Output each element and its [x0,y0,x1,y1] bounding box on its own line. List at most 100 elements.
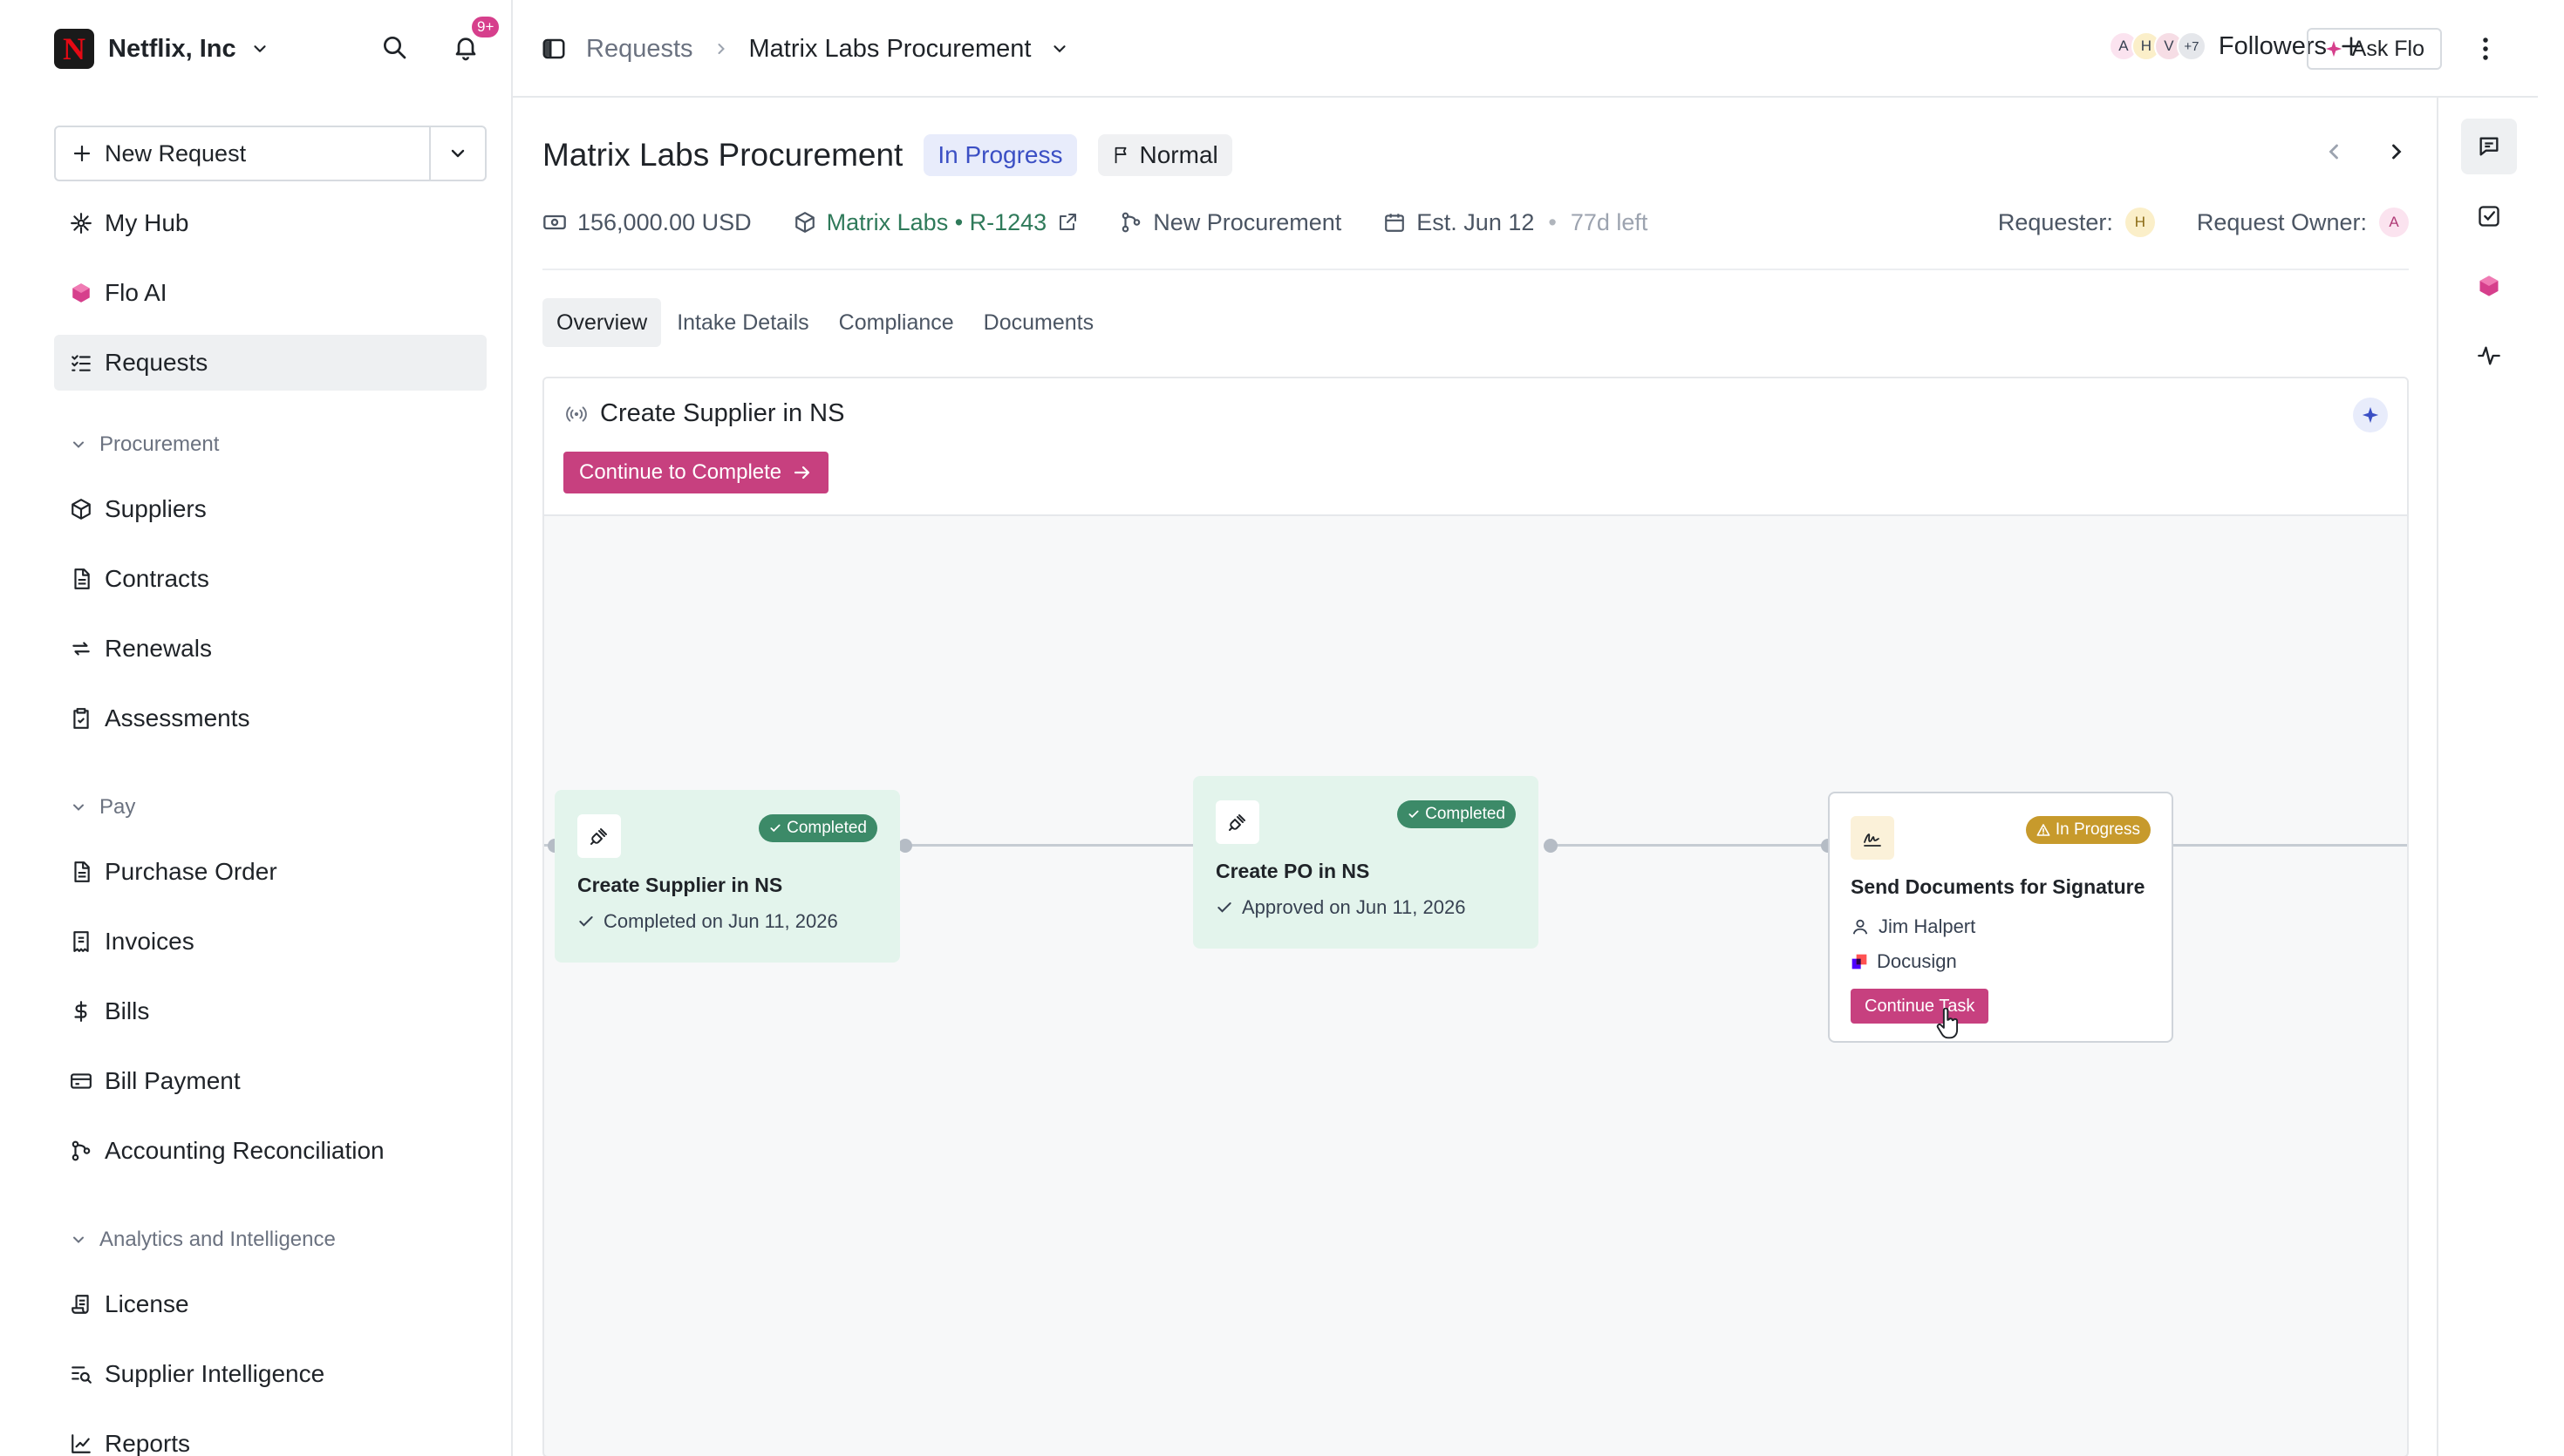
edge-handle [898,839,912,853]
tab-intake-details[interactable]: Intake Details [663,298,822,347]
scroll-icon [70,1293,92,1316]
sidebar-item-purchase-order[interactable]: Purchase Order [54,844,487,900]
requester[interactable]: Requester: H [1998,208,2155,237]
clipboard-check-icon [70,707,92,730]
arrow-right-icon [794,466,810,480]
sidebar-item-label: Accounting Reconciliation [105,1137,385,1164]
sidebar-item-invoices[interactable]: Invoices [54,914,487,970]
check-icon [1408,810,1419,819]
request-people: Requester: H Request Owner: A [1998,201,2409,244]
sidebar-item-label: Assessments [105,704,250,731]
new-request-dropdown[interactable] [431,127,485,180]
chevron-down-icon [254,45,266,52]
workflow-edge [900,844,1219,847]
window-frame-left [0,0,26,1456]
chevron-down-icon[interactable] [1050,39,1069,58]
sidebar-section-pay[interactable]: Pay [70,795,135,820]
breadcrumb-current[interactable]: Matrix Labs Procurement [749,35,1032,64]
workflow-canvas[interactable]: Completed Create Supplier in NS Complete… [544,516,2407,1456]
divider [542,269,2409,270]
status-badge: Completed [1397,800,1516,828]
current-step-header: Create Supplier in NS Continue to Comple… [544,378,2407,516]
workflow-edge [1545,844,1828,847]
flag-icon [1115,146,1126,164]
node-title: Send Documents for Signature [1851,875,2145,898]
estimate-date: Est. Jun 12 [1416,208,1535,235]
continue-to-complete-button[interactable]: Continue to Complete [563,452,829,493]
status-badge: In Progress [2025,816,2151,844]
section-title: Analytics and Intelligence [99,1228,336,1251]
org-switcher[interactable]: N Netflix, Inc [54,26,269,71]
comments-icon[interactable] [2461,119,2517,174]
next-chevron-icon[interactable] [2384,139,2409,164]
workflow-panel: Create Supplier in NS Continue to Comple… [542,377,2409,1456]
integration-name: Docusign [1877,950,1957,972]
continue-task-button[interactable]: Continue Task [1851,989,1989,1024]
sidebar-item-label: Renewals [105,635,212,662]
window-frame-right [2538,0,2564,1456]
sidebar-item-bills[interactable]: Bills [54,983,487,1039]
new-request-button[interactable]: New Request [56,127,431,180]
workflow-node-send-signature[interactable]: In Progress Send Documents for Signature… [1828,792,2173,1043]
sidebar-item-reports[interactable]: Reports [54,1416,487,1456]
sidebar-item-label: My Hub [105,209,189,236]
search-icon[interactable] [377,30,412,65]
sidebar-item-accounting-reconciliation[interactable]: Accounting Reconciliation [54,1123,487,1179]
sidebar-item-suppliers[interactable]: Suppliers [54,481,487,537]
sidebar-item-label: Supplier Intelligence [105,1360,325,1387]
sidebar-item-contracts[interactable]: Contracts [54,551,487,607]
credit-card-icon [70,1070,92,1092]
sidebar-item-renewals[interactable]: Renewals [54,621,487,677]
node-title: Create Supplier in NS [577,874,783,896]
sidebar-item-license[interactable]: License [54,1276,487,1332]
node-integration: Docusign [1851,950,1957,973]
check-icon [1217,902,1231,913]
sidebar-item-requests[interactable]: Requests [54,335,487,391]
signature-icon [1851,816,1894,860]
section-title: Pay [99,795,136,819]
page-title: Matrix Labs Procurement [542,137,904,173]
current-step-title: Create Supplier in NS [565,399,844,428]
node-detail: Approved on Jun 11, 2026 [1216,896,1465,919]
request-owner[interactable]: Request Owner: A [2197,208,2409,237]
tasks-check-icon[interactable] [2461,188,2517,244]
flo-ai-icon[interactable] [2461,258,2517,314]
sidebar-section-procurement[interactable]: Procurement [70,432,219,457]
external-link-icon [1060,214,1077,230]
sidebar-item-assessments[interactable]: Assessments [54,691,487,746]
sidebar-item-my-hub[interactable]: My Hub [54,195,487,251]
status-badge[interactable]: In Progress [924,134,1077,176]
request-meta: 156,000.00 USD Matrix Labs • R-1243 New … [542,201,2409,244]
workflow-node-create-po[interactable]: Completed Create PO in NS Approved on Ju… [1193,776,1538,949]
sidebar-item-bill-payment[interactable]: Bill Payment [54,1053,487,1109]
workflow-node-create-supplier[interactable]: Completed Create Supplier in NS Complete… [555,790,900,963]
git-branch-icon [70,1140,92,1162]
breadcrumb-requests-link[interactable]: Requests [586,35,693,64]
more-options-icon[interactable] [2468,31,2503,66]
sidebar-toggle-icon[interactable] [541,36,567,62]
ai-sparkle-icon[interactable] [2353,398,2388,432]
warning-icon [2036,824,2050,836]
sidebar-item-supplier-intelligence[interactable]: Supplier Intelligence [54,1346,487,1402]
supplier-link[interactable]: Matrix Labs • R-1243 [794,209,1079,236]
sidebar-item-label: Purchase Order [105,858,277,885]
flo-ai-icon [70,282,92,304]
document-icon [70,861,92,883]
continue-label: Continue to Complete [579,460,782,484]
current-step-label: Create Supplier in NS [600,399,845,427]
tab-compliance[interactable]: Compliance [825,298,968,347]
plus-icon [73,145,91,162]
activity-icon[interactable] [2461,328,2517,384]
ask-flo-button[interactable]: Ask Flo [2306,28,2442,70]
record-pager [2322,139,2409,164]
sidebar: N Netflix, Inc 9+ New Request My Hub Flo… [26,0,513,1456]
estimate: Est. Jun 12 • 77d left [1383,209,1647,236]
hand-cursor-icon [1936,1008,1959,1039]
priority-badge[interactable]: Normal [1097,134,1232,176]
sidebar-section-analytics[interactable]: Analytics and Intelligence [70,1228,336,1252]
previous-chevron-icon[interactable] [2322,139,2346,164]
tab-documents[interactable]: Documents [970,298,1108,347]
tab-overview[interactable]: Overview [542,298,662,347]
sidebar-item-flo-ai[interactable]: Flo AI [54,265,487,321]
chevron-down-icon [73,1236,84,1243]
